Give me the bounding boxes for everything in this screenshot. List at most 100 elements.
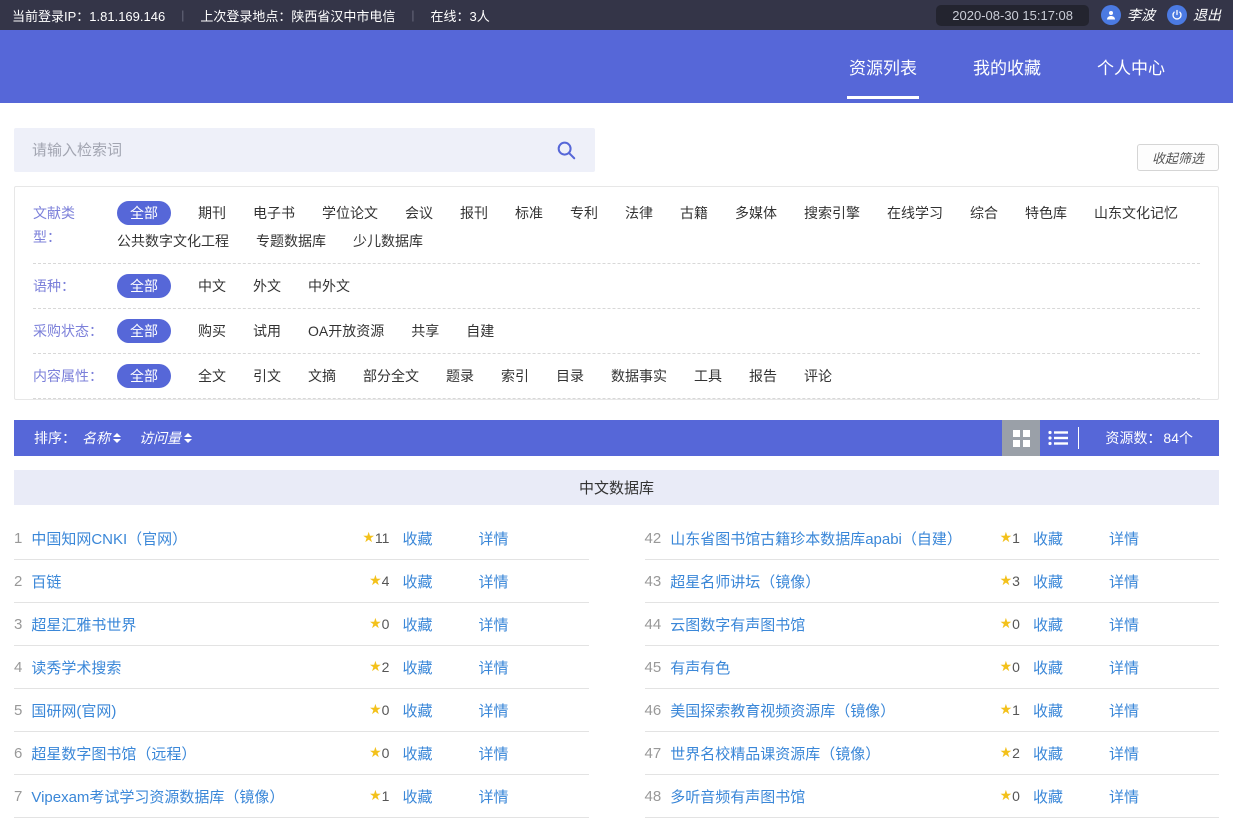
detail-link[interactable]: 详情 [1109, 528, 1139, 549]
database-title-link[interactable]: 中国知网CNKI（官网） [31, 528, 362, 549]
favorite-link[interactable]: 收藏 [402, 657, 432, 678]
database-title-link[interactable]: Vipexam考试学习资源数据库（镜像） [31, 786, 369, 807]
row-number: 5 [14, 702, 22, 719]
filter-option[interactable]: 引文 [253, 364, 281, 388]
favorite-link[interactable]: 收藏 [402, 571, 432, 592]
filter-option[interactable]: 中文 [198, 274, 226, 298]
database-title-link[interactable]: 世界名校精品课资源库（镜像） [670, 743, 999, 764]
tab-resource-list[interactable]: 资源列表 [847, 48, 919, 85]
favorite-link[interactable]: 收藏 [1033, 786, 1063, 807]
filter-option[interactable]: 公共数字文化工程 [117, 229, 229, 253]
database-title-link[interactable]: 百链 [31, 571, 369, 592]
detail-link[interactable]: 详情 [1109, 571, 1139, 592]
filter-option[interactable]: 报刊 [460, 201, 488, 225]
filter-option[interactable]: 期刊 [198, 201, 226, 225]
filter-option[interactable]: 题录 [446, 364, 474, 388]
filter-option[interactable]: 全文 [198, 364, 226, 388]
search-input[interactable] [32, 142, 555, 159]
filter-option[interactable]: 目录 [556, 364, 584, 388]
filter-option[interactable]: 外文 [253, 274, 281, 298]
filter-option[interactable]: 评论 [804, 364, 832, 388]
favorite-link[interactable]: 收藏 [402, 743, 432, 764]
favorite-link[interactable]: 收藏 [1033, 571, 1063, 592]
detail-link[interactable]: 详情 [478, 700, 508, 721]
tab-personal-center[interactable]: 个人中心 [1095, 48, 1167, 85]
logout-button[interactable]: 退出 [1167, 5, 1221, 25]
detail-link[interactable]: 详情 [1109, 743, 1139, 764]
filter-option[interactable]: 会议 [405, 201, 433, 225]
database-title-link[interactable]: 山东省图书馆古籍珍本数据库apabi（自建） [670, 528, 999, 549]
database-title-link[interactable]: 有声有色 [670, 657, 999, 678]
filter-option[interactable]: 试用 [253, 319, 281, 343]
filter-option[interactable]: 电子书 [253, 201, 295, 225]
favorite-link[interactable]: 收藏 [402, 528, 432, 549]
filter-option[interactable]: 工具 [694, 364, 722, 388]
database-title-link[interactable]: 超星名师讲坛（镜像） [670, 571, 999, 592]
detail-link[interactable]: 详情 [478, 571, 508, 592]
filter-option[interactable]: 全部 [117, 201, 171, 225]
favorite-link[interactable]: 收藏 [402, 786, 432, 807]
detail-link[interactable]: 详情 [1109, 657, 1139, 678]
filter-option[interactable]: 标准 [515, 201, 543, 225]
search-button[interactable] [555, 139, 577, 161]
database-row: 43 超星名师讲坛（镜像） ★ 3 收藏 详情 [645, 560, 1220, 603]
favorite-link[interactable]: 收藏 [1033, 700, 1063, 721]
grid-view-button[interactable] [1002, 420, 1040, 456]
filter-option[interactable]: 多媒体 [735, 201, 777, 225]
filter-option[interactable]: 部分全文 [363, 364, 419, 388]
filter-option[interactable]: 报告 [749, 364, 777, 388]
filter-option[interactable]: 特色库 [1025, 201, 1067, 225]
database-column-right: 42 山东省图书馆古籍珍本数据库apabi（自建） ★ 1 收藏 详情 43 超… [645, 517, 1220, 818]
filter-option[interactable]: 全部 [117, 319, 171, 343]
detail-link[interactable]: 详情 [478, 743, 508, 764]
filter-option[interactable]: 文摘 [308, 364, 336, 388]
detail-link[interactable]: 详情 [1109, 614, 1139, 635]
favorite-link[interactable]: 收藏 [1033, 614, 1063, 635]
detail-link[interactable]: 详情 [478, 528, 508, 549]
filter-option[interactable]: 搜索引擎 [804, 201, 860, 225]
tab-my-favorites[interactable]: 我的收藏 [971, 48, 1043, 85]
filter-option[interactable]: 法律 [625, 201, 653, 225]
detail-link[interactable]: 详情 [478, 786, 508, 807]
filter-option[interactable]: 在线学习 [887, 201, 943, 225]
sort-by-name[interactable]: 名称 [82, 428, 121, 448]
filter-option[interactable]: 共享 [411, 319, 439, 343]
favorite-link[interactable]: 收藏 [1033, 743, 1063, 764]
detail-link[interactable]: 详情 [1109, 786, 1139, 807]
online-count-label: 在线：3人 [430, 6, 489, 25]
favorite-link[interactable]: 收藏 [1033, 657, 1063, 678]
filter-option[interactable]: 专题数据库 [256, 229, 326, 253]
database-title-link[interactable]: 美国探索教育视频资源库（镜像） [670, 700, 999, 721]
filter-option[interactable]: 全部 [117, 364, 171, 388]
filter-option[interactable]: 专利 [570, 201, 598, 225]
list-view-button[interactable] [1040, 420, 1076, 456]
favorite-link[interactable]: 收藏 [402, 700, 432, 721]
filter-option[interactable]: OA开放资源 [308, 319, 384, 343]
filter-option[interactable]: 购买 [198, 319, 226, 343]
favorite-link[interactable]: 收藏 [402, 614, 432, 635]
database-title-link[interactable]: 超星数字图书馆（远程） [31, 743, 369, 764]
detail-link[interactable]: 详情 [478, 614, 508, 635]
filter-option[interactable]: 学位论文 [322, 201, 378, 225]
filter-option[interactable]: 数据事实 [611, 364, 667, 388]
database-title-link[interactable]: 云图数字有声图书馆 [670, 614, 999, 635]
filter-option[interactable]: 少儿数据库 [353, 229, 423, 253]
database-title-link[interactable]: 国研网(官网) [31, 700, 369, 721]
filter-option[interactable]: 中外文 [308, 274, 350, 298]
user-menu[interactable]: 李波 [1101, 5, 1155, 25]
database-title-link[interactable]: 超星汇雅书世界 [31, 614, 369, 635]
filter-option[interactable]: 综合 [970, 201, 998, 225]
collapse-filter-button[interactable]: 收起筛选 [1137, 144, 1219, 171]
sort-by-visits[interactable]: 访问量 [139, 428, 192, 448]
detail-link[interactable]: 详情 [1109, 700, 1139, 721]
filter-option[interactable]: 全部 [117, 274, 171, 298]
filter-option[interactable]: 自建 [466, 319, 494, 343]
filter-option[interactable]: 山东文化记忆 [1094, 201, 1178, 225]
detail-link[interactable]: 详情 [478, 657, 508, 678]
database-title-link[interactable]: 读秀学术搜索 [31, 657, 369, 678]
database-title-link[interactable]: 多听音频有声图书馆 [670, 786, 999, 807]
database-row: 45 有声有色 ★ 0 收藏 详情 [645, 646, 1220, 689]
filter-option[interactable]: 古籍 [680, 201, 708, 225]
filter-option[interactable]: 索引 [501, 364, 529, 388]
favorite-link[interactable]: 收藏 [1033, 528, 1063, 549]
